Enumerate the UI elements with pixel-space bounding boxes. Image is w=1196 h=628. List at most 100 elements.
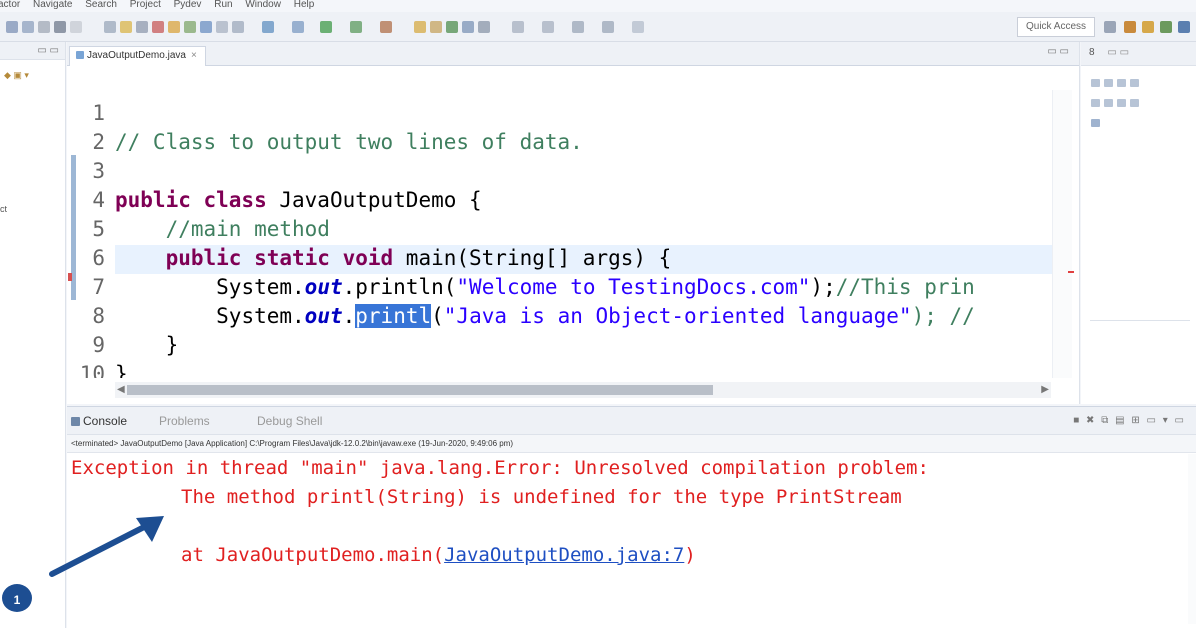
new-package-icon[interactable] [430, 21, 442, 33]
minimize-maximize-icon[interactable]: ▭ ▭ [37, 45, 59, 56]
forward-icon[interactable] [602, 21, 614, 33]
code-line: 9 } [67, 302, 168, 378]
pydev-perspective-icon[interactable] [1178, 21, 1190, 33]
step-return-icon[interactable] [200, 21, 212, 33]
error-ruler-mark-icon[interactable] [1068, 271, 1074, 273]
menu-navigate[interactable]: Navigate [33, 0, 72, 10]
menu-pydev[interactable]: Pydev [174, 0, 202, 10]
debug-suspend-icon[interactable] [136, 21, 148, 33]
java-perspective-icon[interactable] [1142, 21, 1154, 33]
close-tab-icon[interactable]: × [191, 50, 197, 61]
editor-tab-javaoutputdemo[interactable]: JavaOutputDemo.java × [69, 46, 206, 66]
open-type-icon[interactable] [462, 21, 474, 33]
collapse-icon[interactable] [1117, 99, 1126, 107]
annotation-arrow-icon [49, 516, 164, 577]
console-toolbar[interactable]: ■ ✖ ⧉ ▤ ⊞ ▭ ▾ ▭ [1073, 407, 1186, 435]
open-perspective-icon[interactable] [1104, 21, 1116, 33]
tab-label: Console [83, 414, 128, 428]
code-line: 4 //main method [67, 157, 330, 241]
debug-stop-icon[interactable] [152, 21, 164, 33]
source-link[interactable]: JavaOutputDemo.java:7 [444, 544, 684, 566]
menu-project[interactable]: Project [130, 0, 161, 10]
use-step-filters-icon[interactable] [232, 21, 244, 33]
outline-tab-label[interactable]: 8 [1089, 47, 1095, 58]
step-into-icon[interactable] [168, 21, 180, 33]
menu-search[interactable]: Search [85, 0, 117, 10]
hide-fields-icon[interactable] [1104, 79, 1113, 87]
tab-debug-shell[interactable]: Debug Shell [257, 407, 322, 435]
java-editor: JavaOutputDemo.java × ▭ ▭ 1 // Class to o… [67, 42, 1080, 404]
debug-icon[interactable] [292, 21, 304, 33]
view-menu-icon[interactable] [1130, 99, 1139, 107]
outline-toolbar-icons[interactable]: ▭ ▭ [1107, 47, 1129, 58]
outline-header: 8 ▭ ▭ [1081, 42, 1196, 66]
console-output[interactable]: Exception in thread "main" java.lang.Err… [67, 454, 1196, 628]
back-icon[interactable] [572, 21, 584, 33]
skip-breakpoints-icon[interactable] [104, 21, 116, 33]
scroll-left-icon[interactable]: ◀ [117, 382, 125, 398]
tab-label: Problems [159, 414, 210, 428]
debug-resume-icon[interactable] [120, 21, 132, 33]
menu-window[interactable]: Window [245, 0, 281, 10]
menu-help[interactable]: Help [294, 0, 315, 10]
link-editor-icon[interactable] [1091, 99, 1100, 107]
run-icon[interactable] [320, 21, 332, 33]
console-error-line: Exception in thread "main" java.lang.Err… [71, 457, 929, 479]
previous-annotation-icon[interactable] [542, 21, 554, 33]
hide-nonpublic-icon[interactable] [1130, 79, 1139, 87]
code-line: 5 public static void main(String[] args)… [67, 186, 671, 270]
drop-frame-icon[interactable] [216, 21, 228, 33]
step-over-icon[interactable] [184, 21, 196, 33]
pin-editor-icon[interactable] [632, 21, 644, 33]
debug-perspective-icon[interactable] [1160, 21, 1172, 33]
code-comment: //main method [165, 217, 330, 241]
hide-static-icon[interactable] [1117, 79, 1126, 87]
new-icon[interactable] [70, 21, 82, 33]
code-field: out [304, 304, 343, 328]
java-ee-perspective-icon[interactable] [1124, 21, 1136, 33]
code-call: ( [431, 304, 444, 328]
package-explorer-header: ▭ ▭ [0, 42, 65, 60]
console-vertical-scrollbar[interactable] [1188, 454, 1196, 624]
editor-tab-label: JavaOutputDemo.java [87, 50, 186, 61]
outline-toolbar-row[interactable] [1091, 74, 1143, 87]
new-class-icon[interactable] [446, 21, 458, 33]
selected-method-name[interactable]: printl [355, 304, 432, 328]
code-area[interactable]: 1 // Class to output two lines of data. … [67, 66, 1080, 378]
code-text: public static void main(String[] args) { [115, 244, 672, 273]
next-annotation-icon[interactable] [512, 21, 524, 33]
print-icon[interactable] [38, 21, 50, 33]
coverage-icon[interactable] [350, 21, 362, 33]
outline-item[interactable] [1091, 114, 1104, 127]
scroll-right-icon[interactable]: ▶ [1041, 382, 1049, 398]
overview-ruler[interactable] [1052, 90, 1072, 378]
code-line: 10 [67, 331, 168, 378]
tab-console[interactable]: Console [71, 407, 127, 435]
save-icon[interactable] [6, 21, 18, 33]
menu-run[interactable]: Run [214, 0, 232, 10]
horizontal-scrollbar[interactable]: ◀ ▶ [115, 382, 1051, 398]
filter-icon[interactable] [1104, 99, 1113, 107]
explorer-item-fragment[interactable]: ct [0, 204, 7, 214]
outline-toolbar-row[interactable] [1091, 94, 1143, 107]
console-error-line: The method printl(String) is undefined f… [181, 486, 902, 508]
editor-tab-bar: JavaOutputDemo.java × ▭ ▭ [67, 42, 1079, 66]
connect-icon[interactable] [262, 21, 274, 33]
explorer-toolbar-icons[interactable]: ◆ ▣ ▾ [4, 70, 29, 81]
java-file-icon [76, 51, 84, 60]
terminal-icon[interactable] [54, 21, 66, 33]
stack-close: ) [684, 544, 696, 566]
code-line: 6 System.out.println("Welcome to Testing… [67, 215, 974, 299]
scrollbar-thumb[interactable] [127, 385, 713, 395]
save-all-icon[interactable] [22, 21, 34, 33]
new-java-project-icon[interactable] [414, 21, 426, 33]
code-comment: //This prin [835, 275, 975, 299]
tab-problems[interactable]: Problems [159, 407, 210, 435]
quick-access-field[interactable]: Quick Access [1017, 17, 1095, 37]
code-keyword: public static void [165, 246, 406, 270]
external-tools-icon[interactable] [380, 21, 392, 33]
sort-icon[interactable] [1091, 79, 1100, 87]
search-icon[interactable] [478, 21, 490, 33]
menu-refactor[interactable]: actor [0, 0, 20, 10]
editor-minimize-maximize-icon[interactable]: ▭ ▭ [1047, 46, 1069, 57]
